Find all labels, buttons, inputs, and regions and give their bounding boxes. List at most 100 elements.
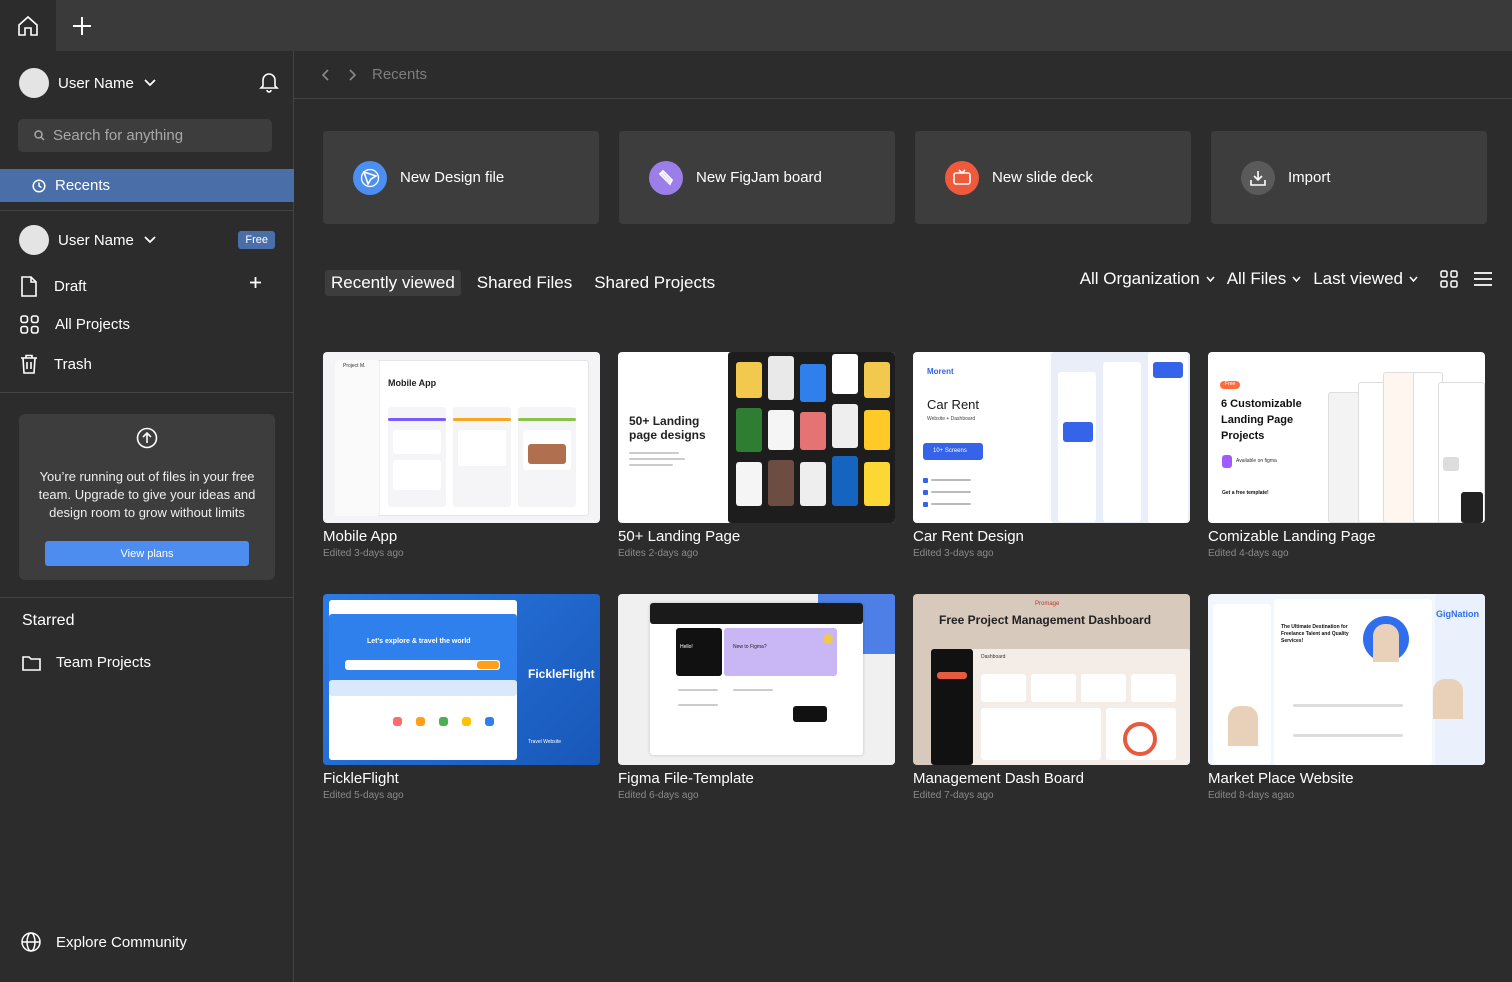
sidebar-item-trash[interactable]: Trash [20,352,270,376]
file-title: Market Place Website [1208,770,1354,787]
organization-filter[interactable]: All Organization [1080,269,1215,289]
explore-community-link[interactable]: Explore Community [21,932,187,952]
filter-label: All Files [1226,269,1287,288]
thumb-heading: Mobile App [388,378,437,388]
tab-shared-files[interactable]: Shared Files [471,270,578,296]
slide-deck-icon [945,160,979,195]
file-edited-time: Edites 2-days ago [618,548,699,559]
chevron-down-icon [1206,276,1215,282]
clock-icon [32,178,46,193]
action-label: New slide deck [992,169,1093,186]
chevron-down-icon [1292,276,1301,282]
filter-label: Last viewed [1313,269,1403,288]
file-thumbnail: Promage Free Project Management Dashboar… [913,594,1190,765]
new-figjam-board-button[interactable]: New FigJam board [619,131,895,224]
divider [0,210,294,211]
search-input[interactable] [53,127,253,144]
file-card[interactable]: Morent Car Rent Website + Dashboard 10+ … [913,352,1190,559]
sidebar-item-recents[interactable]: Recents [0,169,294,202]
account-switcher[interactable]: User Name [19,68,279,98]
explore-label: Explore Community [56,933,187,951]
thumb-button: 10+ Screens [933,448,967,454]
trash-icon [21,354,37,374]
plus-icon [73,16,91,35]
file-title: Mobile App [323,528,398,545]
view-plans-button[interactable]: View plans [45,541,249,566]
file-title: Management Dash Board [913,770,1084,787]
thumb-subtitle: Website + Dashboard [927,416,976,422]
home-tab[interactable] [0,0,56,51]
file-title: 50+ Landing Page [618,528,741,545]
sidebar-item-label: Draft [54,277,87,295]
thumb-caption: Travel Website [528,739,562,745]
sidebar-item-draft[interactable]: Draft [20,274,270,298]
thumb-heading: 50+ Landing page designs [629,414,706,442]
sort-filter[interactable]: Last viewed [1313,269,1418,289]
file-card[interactable]: GigNation The Ultimate Destination for F… [1208,594,1485,801]
file-icon [21,275,37,297]
sidebar-item-team-projects[interactable]: Team Projects [22,654,151,671]
file-card[interactable]: Project M. Mobile App Mobile App Edited … [323,352,600,559]
files-filter[interactable]: All Files [1227,269,1302,289]
file-thumbnail: 50+ Landing page designs [618,352,895,523]
thumb-heading: 6 Customizable Landing Page Projects [1221,398,1302,442]
chevron-down-icon [144,236,156,244]
team-switcher[interactable]: User Name Free [19,225,275,255]
home-icon [18,15,38,36]
user-name: User Name [58,74,134,92]
new-slide-deck-button[interactable]: New slide deck [915,131,1191,224]
file-title: FickleFlight [323,770,399,787]
figjam-icon [649,160,683,195]
thumb-brand: Morent [927,367,954,376]
file-thumbnail: Project M. Mobile App [323,352,600,523]
action-label: Import [1288,169,1331,186]
team-avatar [19,225,49,255]
file-edited-time: Edited 8-days agao [1208,790,1295,801]
globe-icon [21,932,41,952]
file-title: Comizable Landing Page [1208,528,1376,545]
tab-recently-viewed[interactable]: Recently viewed [325,270,461,296]
breadcrumb: Recents [294,51,1512,99]
add-draft-icon[interactable] [249,276,262,293]
new-design-file-button[interactable]: New Design file [323,131,599,224]
thumb-brand: FickleFlight [528,667,595,681]
search-icon [34,130,45,141]
sidebar-item-all-projects[interactable]: All Projects [20,312,270,336]
file-thumbnail: Let's explore & travel the world FickleF… [323,594,600,765]
new-tab-button[interactable] [58,0,106,51]
file-thumbnail: Morent Car Rent Website + Dashboard 10+ … [913,352,1190,523]
file-edited-time: Edited 5-days ago [323,790,404,801]
sidebar-item-label: Team Projects [56,654,152,671]
upload-circle-icon [136,427,158,454]
filter-label: All Organization [1079,269,1200,288]
file-card[interactable]: 50+ Landing page designs 50+ Landing Pag… [618,352,895,559]
thumb-tag: Free [1225,381,1236,387]
main-content: Recents New Design file New FigJam board… [294,51,1512,982]
file-card[interactable]: Hello! New to Figma? Figma File-Template… [618,594,895,801]
file-edited-time: Edited 6-days ago [618,790,699,801]
grid-view-icon[interactable] [1440,270,1458,288]
notification-bell-icon[interactable] [259,71,279,98]
search-box[interactable] [18,119,272,152]
sidebar-item-label: All Projects [55,315,131,333]
file-edited-time: Edited 3-days ago [323,548,404,559]
thumb-brand: Promage [1035,601,1060,607]
import-button[interactable]: Import [1211,131,1487,224]
file-card[interactable]: Promage Free Project Management Dashboar… [913,594,1190,801]
file-card[interactable]: Let's explore & travel the world FickleF… [323,594,600,801]
divider [0,392,294,393]
file-edited-time: Edited 3-days ago [913,548,994,559]
team-user-name: User Name [58,231,134,249]
plan-badge: Free [238,231,275,249]
list-view-icon[interactable] [1474,272,1492,286]
action-label: New FigJam board [696,169,822,186]
file-card[interactable]: Free 6 Customizable Landing Page Project… [1208,352,1485,559]
tab-shared-projects[interactable]: Shared Projects [588,270,721,296]
file-title: Car Rent Design [913,528,1024,545]
sidebar: User Name Recents User Name Free Draft A… [0,51,294,982]
thumb-hello: Hello! [680,644,693,650]
sidebar-item-label: Recents [55,177,111,194]
forward-arrow-icon[interactable] [349,68,357,81]
back-arrow-icon[interactable] [321,68,329,81]
file-tabs: Recently viewed Shared Files Shared Proj… [325,270,731,296]
